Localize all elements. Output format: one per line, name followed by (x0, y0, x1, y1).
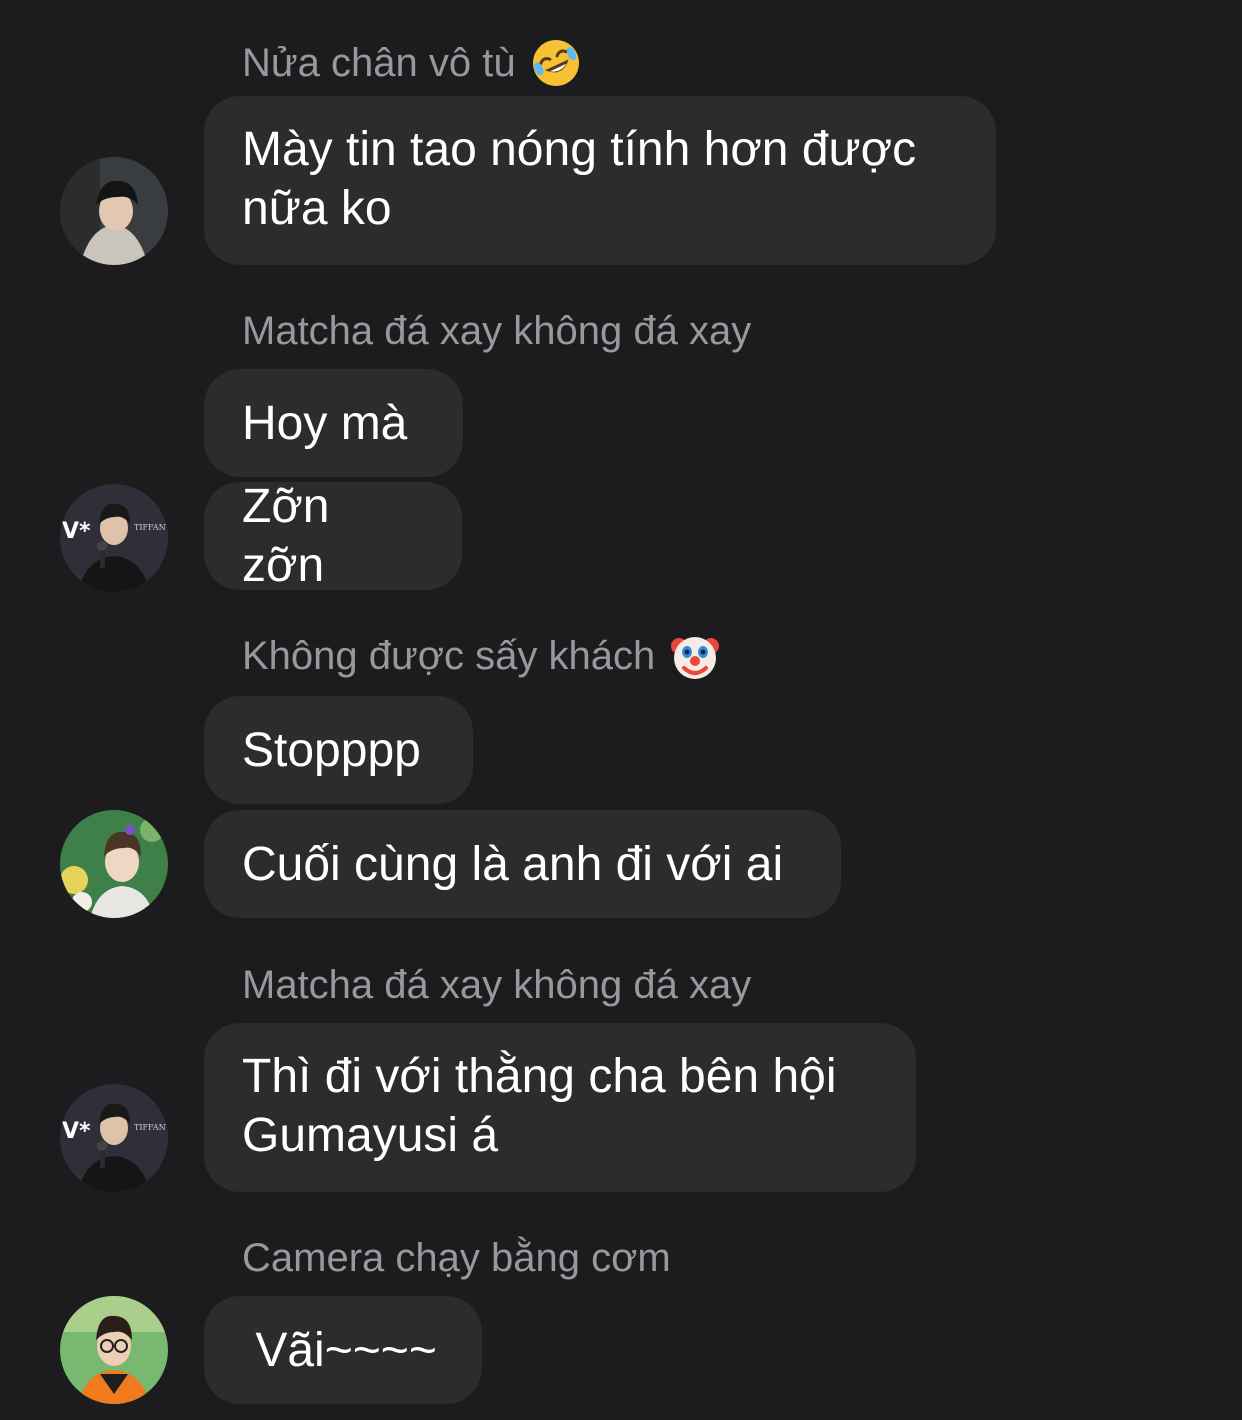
svg-text:TIFFANY: TIFFANY (134, 523, 168, 532)
svg-text:TIFFANY: TIFFANY (134, 1123, 168, 1132)
message-text: Hoy mà (242, 396, 408, 450)
message-text: Cuối cùng là anh đi với ai (242, 837, 784, 891)
sender-name-text: Nửa chân vô tù (242, 41, 516, 85)
message-bubble[interactable]: Hoy mà (204, 369, 463, 477)
sender-name-text: Matcha đá xay không đá xay (242, 963, 752, 1007)
message-bubble[interactable]: Stopppp (204, 696, 473, 804)
message-bubble[interactable]: Zỡn zỡn (204, 480, 462, 592)
avatar-boy-flowers[interactable] (60, 810, 168, 918)
message-bubble[interactable]: Cuối cùng là anh đi với ai (204, 810, 841, 918)
sender-name: Nửa chân vô tù (242, 37, 582, 89)
avatar-glasses-orange-jersey[interactable] (60, 1296, 168, 1404)
svg-text:V*: V* (62, 519, 91, 544)
message-text: Stopppp (242, 723, 421, 777)
avatar-man-microphone[interactable]: V* TIFFANY (60, 1084, 168, 1192)
message-text: Vãi~~~~ (242, 1323, 437, 1377)
sender-name: Matcha đá xay không đá xay (242, 965, 751, 1005)
message-bubble[interactable]: Thì đi với thằng cha bên hội Gumayusi á (204, 1023, 916, 1192)
sender-name: Không được sấy khách (242, 630, 721, 682)
avatar-man-microphone[interactable]: V* TIFFANY (60, 484, 168, 592)
message-bubble[interactable]: Mày tin tao nóng tính hơn được nữa ko (204, 96, 996, 265)
svg-text:V*: V* (62, 1119, 91, 1144)
message-bubble[interactable]: Vãi~~~~ (204, 1296, 482, 1404)
sender-name-text: Không được sấy khách (242, 634, 656, 678)
sender-name: Camera chạy bằng cơm (242, 1238, 671, 1278)
sender-name-text: Camera chạy bằng cơm (242, 1236, 671, 1280)
sender-name-text: Matcha đá xay không đá xay (242, 309, 752, 353)
rolling-on-floor-laughing-icon (532, 40, 579, 86)
message-text: Zỡn zỡn (242, 480, 343, 592)
sender-name: Matcha đá xay không đá xay (242, 311, 751, 351)
message-text: Mày tin tao nóng tính hơn được nữa ko (242, 123, 930, 235)
clown-face-icon (671, 637, 720, 679)
message-text: Thì đi với thằng cha bên hội Gumayusi á (242, 1050, 850, 1162)
avatar-hoodie-boy[interactable] (60, 157, 168, 265)
